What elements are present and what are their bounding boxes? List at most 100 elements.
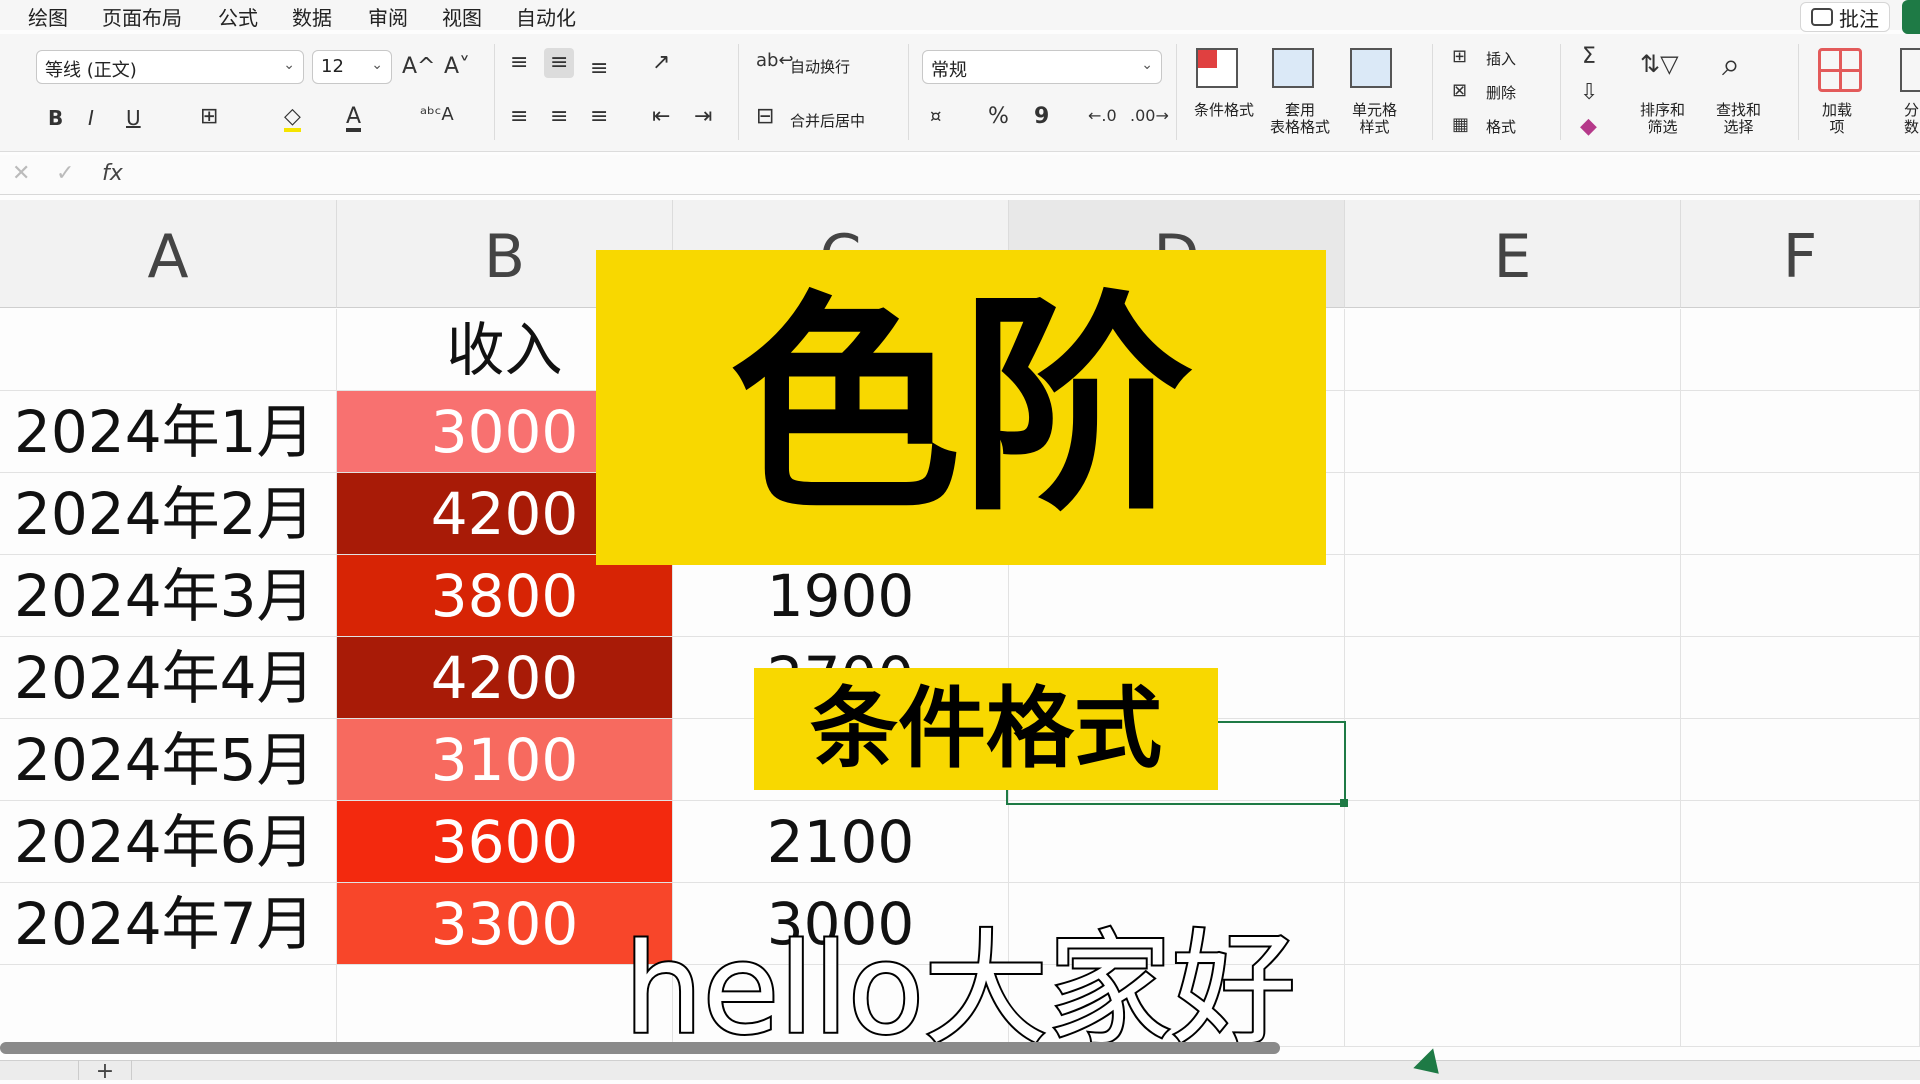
shrink-font-button[interactable]: A˅ — [444, 56, 470, 78]
decrease-indent-icon[interactable]: ⇤ — [652, 106, 670, 128]
delete-cells-icon[interactable]: ⊠ — [1452, 82, 1467, 100]
cell-empty[interactable] — [1681, 637, 1920, 719]
cell-month[interactable]: 2024年2月 — [0, 473, 337, 555]
menu-formulas[interactable]: 公式 — [218, 2, 258, 31]
delete-button[interactable]: 删除 — [1486, 82, 1516, 103]
underline-button[interactable]: U — [126, 108, 141, 128]
fill-down-icon[interactable]: ⇩ — [1580, 82, 1598, 104]
fill-handle[interactable] — [1340, 799, 1348, 807]
conditional-format-icon[interactable] — [1196, 48, 1238, 88]
cell-month[interactable]: 2024年5月 — [0, 719, 337, 801]
addins-button[interactable]: 加载 项 — [1822, 102, 1852, 136]
cell-empty[interactable] — [1345, 719, 1681, 801]
percent-button[interactable]: % — [988, 106, 1009, 128]
column-header-e[interactable]: E — [1345, 200, 1681, 308]
cell-empty[interactable] — [1009, 801, 1345, 883]
cell-empty[interactable] — [1345, 801, 1681, 883]
menu-draw[interactable]: 绘图 — [28, 2, 68, 31]
text-effects-icon[interactable]: ᵃᵇᶜA — [420, 106, 454, 124]
cell-empty[interactable] — [1009, 555, 1345, 637]
italic-button[interactable]: I — [88, 108, 94, 128]
cell-income[interactable]: 3100 — [337, 719, 673, 801]
cell-income[interactable]: 3600 — [337, 801, 673, 883]
orientation-icon[interactable]: ↗ — [652, 52, 670, 74]
menu-review[interactable]: 审阅 — [368, 2, 408, 31]
table-format-icon[interactable] — [1272, 48, 1314, 88]
wrap-text-icon[interactable]: ab↩ — [756, 52, 794, 70]
share-tab[interactable] — [1902, 0, 1920, 34]
insert-button[interactable]: 插入 — [1486, 48, 1516, 69]
decrease-decimal-icon[interactable]: .00→ — [1130, 108, 1169, 124]
increase-indent-icon[interactable]: ⇥ — [694, 106, 712, 128]
menu-automate[interactable]: 自动化 — [516, 2, 576, 31]
cell-empty[interactable] — [1345, 391, 1681, 473]
sort-filter-icon[interactable]: ⇅▽ — [1640, 52, 1679, 76]
split-text-icon[interactable] — [1900, 48, 1920, 92]
cancel-icon[interactable]: ✕ — [12, 161, 30, 186]
cell-income[interactable]: 3800 — [337, 555, 673, 637]
cell-value[interactable]: 1900 — [673, 555, 1009, 637]
autosum-button[interactable]: Σ — [1582, 46, 1596, 68]
align-left-icon[interactable]: ≡ — [510, 106, 528, 128]
table-format-button[interactable]: 套用 表格格式 — [1270, 102, 1330, 136]
clear-icon[interactable]: ◆ — [1580, 116, 1597, 138]
cell-empty[interactable] — [1681, 555, 1920, 637]
align-right-icon[interactable]: ≡ — [590, 106, 608, 128]
insert-cells-icon[interactable]: ⊞ — [1452, 48, 1467, 66]
grow-font-button[interactable]: A^ — [402, 56, 435, 78]
cell-income[interactable]: 4200 — [337, 637, 673, 719]
font-color-button[interactable]: A — [346, 106, 362, 132]
column-header-f[interactable]: F — [1681, 200, 1920, 308]
format-cells-icon[interactable]: ▦ — [1452, 116, 1469, 134]
number-format-select[interactable]: 常规 ⌄ — [922, 50, 1162, 84]
conditional-format-button[interactable]: 条件格式 — [1194, 102, 1254, 119]
horizontal-scrollbar[interactable] — [0, 1042, 1280, 1054]
cell-empty[interactable] — [1681, 473, 1920, 555]
wrap-text-button[interactable]: 自动换行 — [790, 56, 850, 77]
column-header-a[interactable]: A — [0, 200, 337, 308]
add-sheet-button[interactable]: + — [78, 1060, 132, 1084]
cell-empty[interactable] — [1681, 719, 1920, 801]
increase-decimal-icon[interactable]: ←.0 — [1088, 108, 1117, 124]
cell-empty[interactable] — [1345, 309, 1681, 391]
cell-empty[interactable] — [1681, 801, 1920, 883]
menu-data[interactable]: 数据 — [292, 2, 332, 31]
cell-empty[interactable] — [1345, 637, 1681, 719]
format-button[interactable]: 格式 — [1486, 116, 1516, 137]
split-text-button[interactable]: 分 数 — [1904, 102, 1919, 136]
merge-center-button[interactable]: 合并后居中 — [790, 110, 865, 131]
align-center-icon[interactable]: ≡ — [550, 106, 568, 128]
cell-a1[interactable] — [0, 309, 337, 391]
align-top-icon[interactable]: ≡ — [510, 52, 528, 74]
align-middle-icon[interactable]: ≡ — [544, 48, 575, 78]
font-size-select[interactable]: 12 ⌄ — [312, 50, 392, 84]
align-bottom-icon[interactable]: ≡ — [590, 58, 608, 80]
merge-center-icon[interactable]: ⊟ — [756, 106, 774, 128]
font-name-select[interactable]: 等线 (正文) ⌄ — [36, 50, 304, 84]
cell-month[interactable]: 2024年6月 — [0, 801, 337, 883]
cell-style-button[interactable]: 单元格 样式 — [1352, 102, 1397, 136]
find-select-button[interactable]: 查找和 选择 — [1716, 102, 1761, 136]
cell-empty[interactable] — [1345, 555, 1681, 637]
addins-icon[interactable] — [1818, 48, 1862, 92]
cell-empty[interactable] — [1345, 473, 1681, 555]
comment-button[interactable]: 批注 — [1800, 2, 1890, 32]
bold-button[interactable]: B — [48, 108, 63, 128]
fill-color-icon[interactable]: ◇ — [284, 106, 301, 132]
sort-filter-button[interactable]: 排序和 筛选 — [1640, 102, 1685, 136]
currency-icon[interactable]: ¤ — [930, 108, 941, 126]
cell-empty[interactable] — [1681, 391, 1920, 473]
fx-icon[interactable]: fx — [102, 161, 123, 186]
comma-button[interactable]: 9 — [1034, 106, 1049, 128]
confirm-icon[interactable]: ✓ — [56, 161, 74, 186]
find-select-icon[interactable]: ⌕ — [1722, 48, 1740, 80]
menu-view[interactable]: 视图 — [442, 2, 482, 31]
cell-style-icon[interactable] — [1350, 48, 1392, 88]
cell-empty[interactable] — [1681, 309, 1920, 391]
cell-month[interactable]: 2024年1月 — [0, 391, 337, 473]
cell-month[interactable]: 2024年4月 — [0, 637, 337, 719]
menu-page-layout[interactable]: 页面布局 — [102, 2, 182, 31]
cell-value[interactable]: 2100 — [673, 801, 1009, 883]
border-icon[interactable]: ⊞ — [200, 106, 218, 128]
cell-month[interactable]: 2024年3月 — [0, 555, 337, 637]
